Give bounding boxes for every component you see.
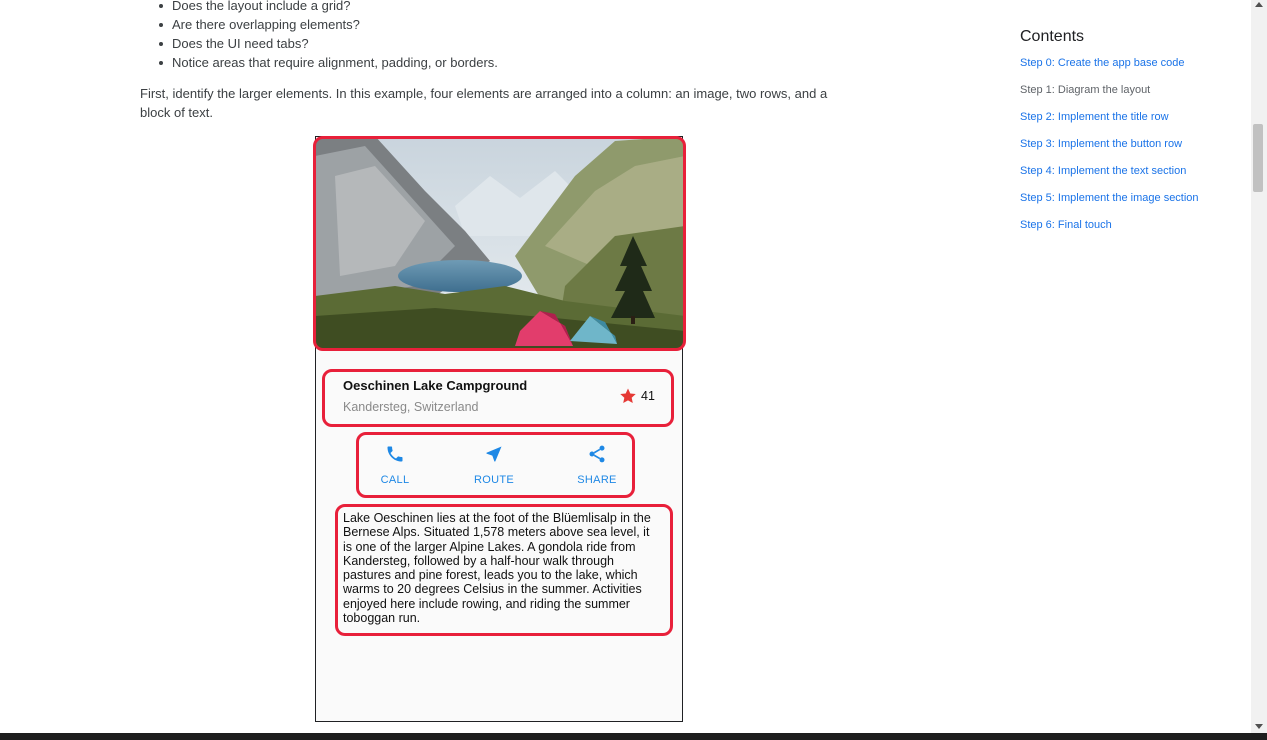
toc-item-step-5[interactable]: Step 5: Implement the image section (1020, 190, 1199, 217)
toc-item-step-4[interactable]: Step 4: Implement the text section (1020, 163, 1199, 190)
window-bottom-edge (0, 733, 1267, 740)
title-row-highlight-box (322, 369, 674, 427)
vertical-scrollbar[interactable] (1251, 0, 1267, 736)
toc-item-step-0[interactable]: Step 0: Create the app base code (1020, 55, 1199, 82)
button-row-highlight-box (356, 432, 635, 498)
intro-paragraph: First, identify the larger elements. In … (140, 86, 828, 120)
image-highlight-box (313, 136, 686, 351)
scroll-up-arrow-icon[interactable] (1255, 2, 1263, 7)
toc-item-step-1[interactable]: Step 1: Diagram the layout (1020, 82, 1199, 109)
scrollbar-thumb[interactable] (1253, 124, 1263, 192)
question-list: Does the layout include a grid? Are ther… (150, 0, 498, 72)
list-item: Does the layout include a grid? (150, 0, 498, 15)
list-item: Notice areas that require alignment, pad… (150, 53, 498, 72)
toc-item-step-2[interactable]: Step 2: Implement the title row (1020, 109, 1199, 136)
list-item: Are there overlapping elements? (150, 15, 498, 34)
scroll-down-arrow-icon[interactable] (1255, 724, 1263, 729)
list-item: Does the UI need tabs? (150, 34, 498, 53)
contents-heading: Contents (1020, 28, 1085, 45)
toc-item-step-6[interactable]: Step 6: Final touch (1020, 217, 1199, 244)
toc-item-step-3[interactable]: Step 3: Implement the button row (1020, 136, 1199, 163)
text-section-highlight-box (335, 504, 673, 636)
table-of-contents: Step 0: Create the app base code Step 1:… (1020, 55, 1199, 244)
